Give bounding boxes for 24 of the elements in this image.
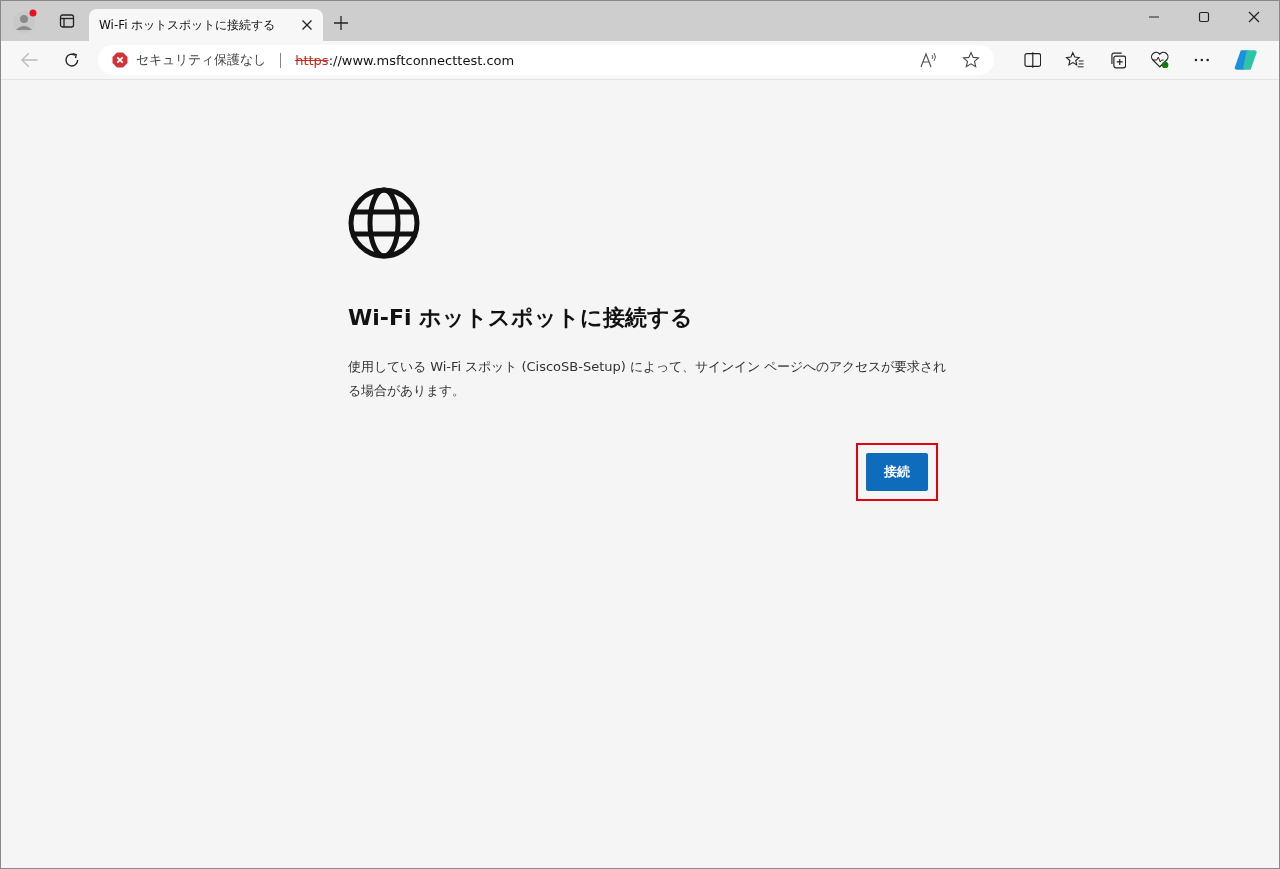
page-heading: Wi-Fi ホットスポットに接続する [348, 304, 695, 332]
error-icon [112, 52, 129, 68]
more-icon[interactable] [1193, 58, 1210, 62]
url-text: https://www.msftconnecttest.com [295, 52, 515, 68]
read-aloud-icon[interactable] [919, 52, 938, 68]
address-bar[interactable]: セキュリティ保護なし https://www.msftconnecttest.com [98, 45, 994, 75]
globe-icon [348, 187, 420, 259]
collections-icon[interactable] [1108, 51, 1127, 69]
maximize-icon[interactable] [1198, 11, 1210, 23]
refresh-icon[interactable] [62, 51, 81, 69]
health-heart-icon[interactable] [1150, 51, 1170, 69]
close-icon[interactable] [301, 19, 313, 31]
close-icon[interactable] [1248, 11, 1260, 23]
new-tab-icon[interactable] [333, 15, 349, 31]
tab-actions-icon[interactable] [59, 13, 75, 29]
split-screen-icon[interactable] [1023, 52, 1042, 68]
star-icon[interactable] [961, 51, 980, 69]
connect-button[interactable]: 接続 [866, 453, 928, 491]
favorites-icon[interactable] [1065, 51, 1085, 69]
security-label[interactable]: セキュリティ保護なし [136, 51, 267, 69]
description-text: 使用している Wi-Fi スポット (CiscoSB-Setup) によって、サインイン ページへのアクセスが要求される場合があります。 [348, 358, 948, 400]
browser-tab[interactable]: Wi-Fi ホットスポットに接続する [89, 9, 323, 41]
profile-avatar-icon[interactable] [11, 7, 39, 35]
copilot-icon[interactable] [1233, 49, 1257, 71]
